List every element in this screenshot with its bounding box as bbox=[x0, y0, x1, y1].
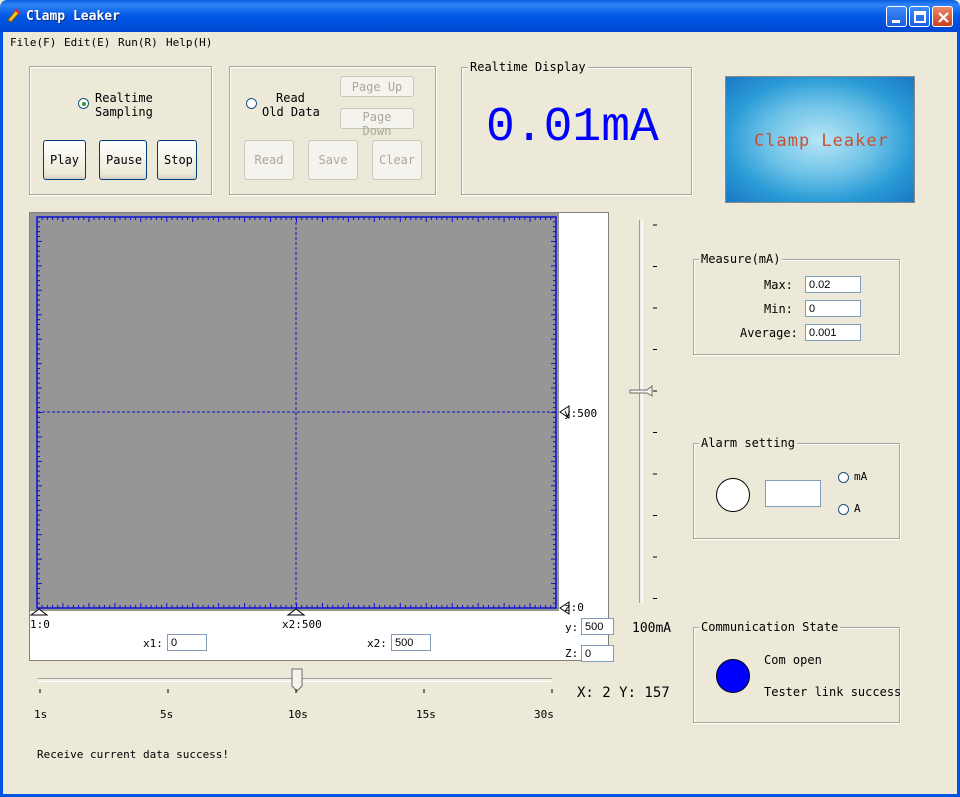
vertical-slider-ticks bbox=[653, 224, 657, 599]
old-data-radio-label-1: Read bbox=[276, 91, 305, 105]
average-label: Average: bbox=[740, 326, 798, 340]
y-label: y: bbox=[565, 621, 579, 634]
communication-led bbox=[716, 659, 750, 693]
logo-panel: Clamp Leaker bbox=[725, 76, 915, 203]
measure-legend: Measure(mA) bbox=[699, 252, 783, 266]
time-slider-ticks bbox=[39, 689, 553, 693]
save-button[interactable]: Save bbox=[308, 140, 358, 180]
time-tick-30s: 30s bbox=[534, 708, 554, 721]
alarm-unit-a-label: A bbox=[854, 502, 861, 515]
page-up-button[interactable]: Page Up bbox=[340, 76, 414, 97]
plot-svg bbox=[29, 213, 570, 616]
alarm-indicator-light bbox=[716, 478, 750, 512]
communication-line-1: Com open bbox=[764, 653, 822, 667]
z-label: Z: bbox=[565, 647, 579, 660]
max-label: Max: bbox=[764, 278, 793, 292]
alarm-unit-a-radio[interactable] bbox=[838, 504, 849, 515]
y-input[interactable] bbox=[581, 618, 614, 635]
title-bar[interactable]: Clamp Leaker bbox=[0, 0, 960, 32]
maximize-icon bbox=[914, 11, 926, 23]
stop-button[interactable]: Stop bbox=[157, 140, 197, 180]
minimize-icon bbox=[892, 20, 900, 23]
communication-line-2: Tester link success bbox=[764, 685, 902, 699]
window-frame-left bbox=[0, 32, 3, 797]
x2-input[interactable] bbox=[391, 634, 431, 651]
x1-input[interactable] bbox=[167, 634, 207, 651]
measure-group bbox=[693, 259, 900, 355]
y-marker-label: y:500 bbox=[564, 407, 598, 420]
x1-marker-label: 1:0 bbox=[30, 618, 50, 631]
menu-run[interactable]: Run(R) bbox=[118, 36, 158, 49]
z-marker-label: z:0 bbox=[564, 601, 584, 614]
x2-label: x2: bbox=[367, 637, 387, 650]
page-down-button[interactable]: Page Down bbox=[340, 108, 414, 138]
read-button[interactable]: Read bbox=[244, 140, 294, 180]
realtime-sampling-radio[interactable] bbox=[78, 98, 89, 109]
time-tick-5s: 5s bbox=[160, 708, 174, 721]
time-tick-15s: 15s bbox=[416, 708, 436, 721]
communication-legend: Communication State bbox=[699, 620, 841, 634]
alarm-unit-ma-label: mA bbox=[854, 470, 868, 483]
old-data-radio-label-2: Old Data bbox=[262, 105, 320, 119]
menu-edit[interactable]: Edit(E) bbox=[64, 36, 110, 49]
z-input[interactable] bbox=[581, 645, 614, 662]
max-value-field[interactable] bbox=[805, 276, 861, 293]
menu-file[interactable]: File(F) bbox=[10, 36, 56, 49]
menu-help[interactable]: Help(H) bbox=[166, 36, 212, 49]
x1-label: x1: bbox=[143, 637, 163, 650]
realtime-radio-label-1: Realtime bbox=[95, 91, 153, 105]
pause-button[interactable]: Pause bbox=[99, 140, 147, 180]
window-title: Clamp Leaker bbox=[26, 9, 120, 24]
close-icon bbox=[938, 12, 949, 23]
alarm-legend: Alarm setting bbox=[699, 436, 797, 450]
vertical-slider-track[interactable] bbox=[639, 220, 643, 603]
vertical-slider-thumb[interactable] bbox=[629, 385, 653, 399]
alarm-unit-ma-radio[interactable] bbox=[838, 472, 849, 483]
minimize-button[interactable] bbox=[886, 6, 907, 27]
logo-text: Clamp Leaker bbox=[754, 131, 889, 151]
maximize-button[interactable] bbox=[909, 6, 930, 27]
average-value-field[interactable] bbox=[805, 324, 861, 341]
read-old-data-radio[interactable] bbox=[246, 98, 257, 109]
clear-button[interactable]: Clear bbox=[372, 140, 422, 180]
min-value-field[interactable] bbox=[805, 300, 861, 317]
alarm-threshold-input[interactable] bbox=[765, 480, 821, 507]
current-value-display: 0.01mA bbox=[486, 101, 659, 155]
coordinate-readout: X: 2 Y: 157 bbox=[577, 685, 670, 701]
app-icon bbox=[6, 7, 22, 23]
x2-marker-label: x2:500 bbox=[282, 618, 322, 631]
close-button[interactable] bbox=[932, 6, 953, 27]
status-message: Receive current data success! bbox=[37, 748, 230, 761]
min-label: Min: bbox=[764, 302, 793, 316]
time-tick-1s: 1s bbox=[34, 708, 48, 721]
vertical-slider-unit: 100mA bbox=[632, 621, 672, 636]
realtime-display-legend: Realtime Display bbox=[468, 60, 588, 74]
time-tick-10s: 10s bbox=[288, 708, 308, 721]
play-button[interactable]: Play bbox=[43, 140, 86, 180]
realtime-radio-label-2: Sampling bbox=[95, 105, 153, 119]
